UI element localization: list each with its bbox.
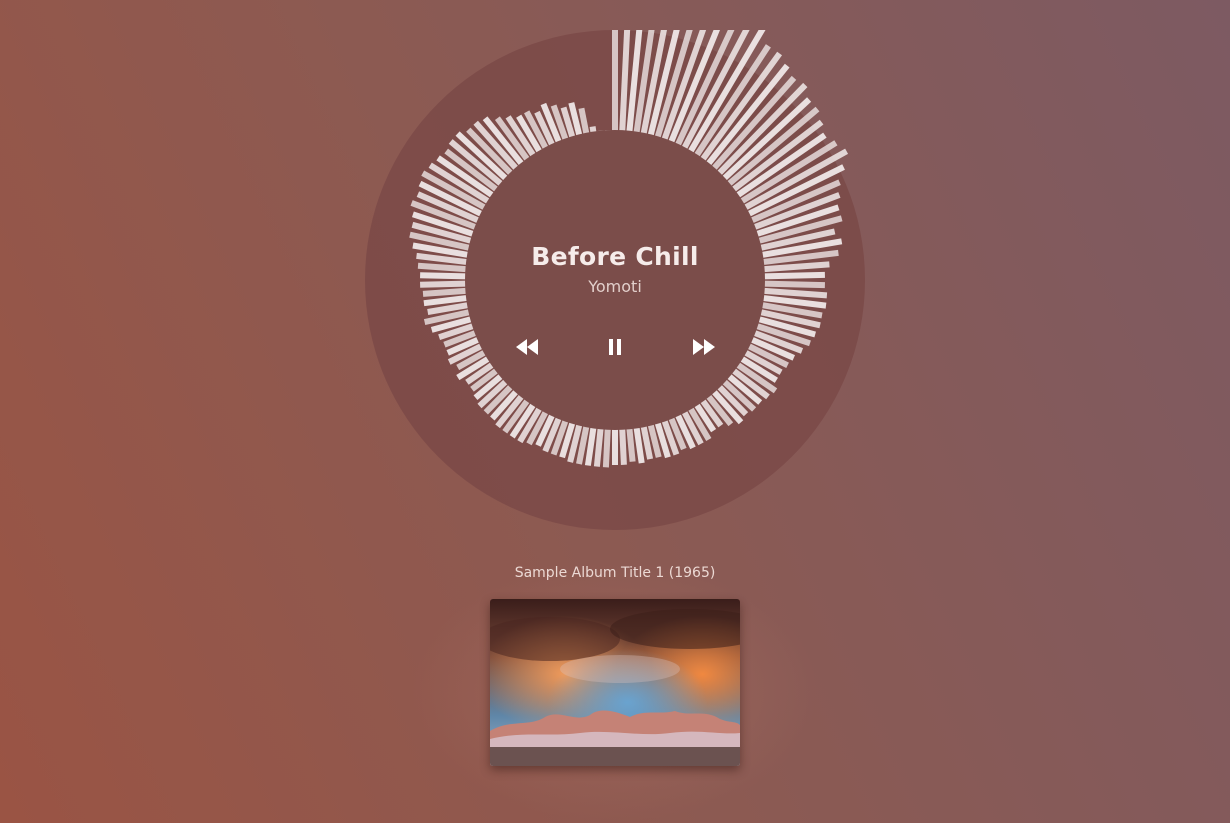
previous-button[interactable] — [509, 333, 545, 361]
next-button[interactable] — [686, 333, 722, 361]
album-cover[interactable] — [490, 599, 740, 766]
visualizer-bar — [633, 425, 645, 464]
visualizer-bar — [593, 427, 604, 467]
visualizer-bar — [762, 271, 825, 280]
track-artist: Yomoti — [588, 277, 642, 296]
pause-icon — [609, 339, 621, 355]
visualizer-bar — [423, 294, 469, 307]
visualizer-bar — [417, 262, 468, 273]
album-cover-image — [490, 599, 740, 766]
visualizer-bar — [422, 287, 468, 297]
visualizer-bar — [416, 252, 469, 266]
visualizer-bar — [578, 107, 590, 136]
visualizer-bar — [619, 427, 627, 465]
player-stage: Before Chill Yomoti Sample Album Title 1… — [0, 0, 1230, 823]
visualizer-bar — [420, 280, 468, 288]
visualizer-bar — [584, 425, 597, 466]
visualizer-bar — [420, 272, 468, 280]
fast-forward-icon — [693, 339, 715, 355]
rewind-icon — [516, 339, 538, 355]
track-title: Before Chill — [531, 242, 699, 271]
album-title: Sample Album Title 1 (1965) — [514, 565, 716, 581]
visualizer-bar — [626, 427, 636, 462]
visualizer-bar — [762, 280, 825, 289]
visualizer-bar — [602, 427, 611, 468]
visualizer-bar — [762, 287, 828, 299]
visualizer-bar — [762, 261, 830, 273]
pause-button[interactable] — [597, 333, 633, 361]
